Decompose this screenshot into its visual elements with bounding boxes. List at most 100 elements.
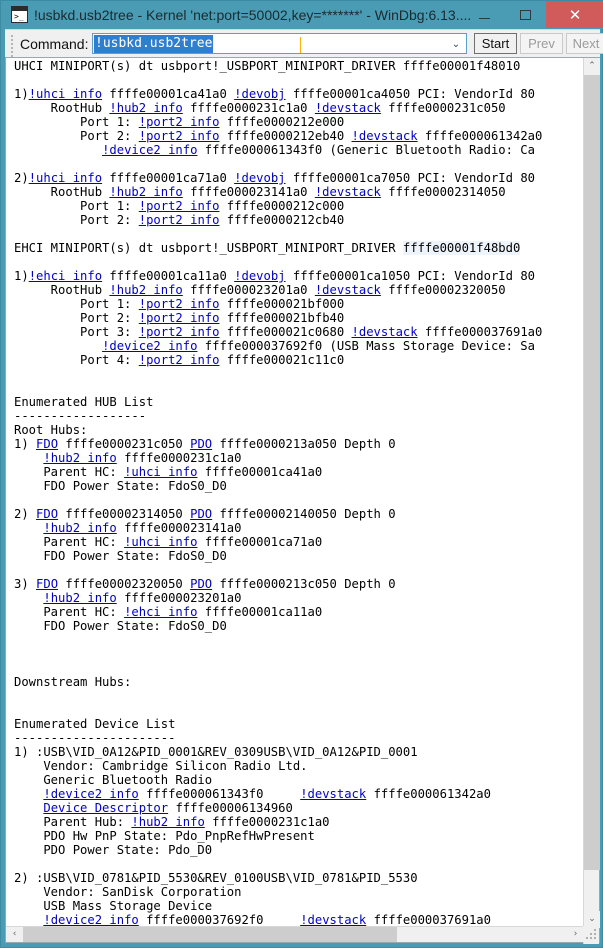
minimize-button[interactable] (464, 1, 505, 28)
output-line: Parent HC: !ehci info ffffe00001ca11a0 (14, 605, 542, 619)
output-text: ---------------------- (14, 731, 176, 745)
dbg-command-link[interactable]: !uhci info (29, 171, 102, 185)
vertical-scrollbar[interactable]: ⌃ ⌄ (583, 58, 600, 944)
debugger-output-text[interactable]: UHCI MINIPORT(s) dt usbport!_USBPORT_MIN… (6, 58, 584, 926)
output-line: Generic Bluetooth Radio (14, 773, 542, 787)
output-line: USB Mass Storage Device (14, 899, 542, 913)
dbg-command-link[interactable]: !port2 info (139, 297, 220, 311)
dbg-command-link[interactable]: !uhci info (29, 87, 102, 101)
output-line: PDO Power State: Pdo_D0 (14, 843, 542, 857)
dbg-command-link[interactable]: !devobj (234, 269, 285, 283)
dbg-command-link[interactable]: !devstack (315, 101, 381, 115)
dbg-command-link[interactable]: !port2 info (139, 353, 220, 367)
dbg-command-link[interactable]: PDO (190, 437, 212, 451)
output-text: ffffe0000212c000 (219, 199, 345, 213)
horizontal-scrollbar[interactable]: ‹ › (6, 926, 584, 942)
output-line: RootHub !hub2 info ffffe0000231c1a0 !dev… (14, 101, 542, 115)
output-text: Port 1: (14, 115, 139, 129)
dbg-command-link[interactable]: !device2 info (102, 143, 197, 157)
output-line: PDO Hw PnP State: Pdo_PnpRefHwPresent (14, 829, 542, 843)
dbg-command-link[interactable]: !uhci info (124, 535, 197, 549)
dbg-command-link[interactable]: !devstack (352, 129, 418, 143)
output-text: ------------------ (14, 409, 147, 423)
output-text: ffffe0000231c1a0 (116, 451, 242, 465)
output-text: Vendor: SanDisk Corporation (14, 885, 242, 899)
dbg-command-link[interactable]: !device2 info (102, 339, 197, 353)
dbg-command-link[interactable]: !ehci info (124, 605, 197, 619)
dbg-command-link[interactable]: !devstack (300, 787, 366, 801)
next-button[interactable]: Next (566, 33, 603, 54)
dbg-command-link[interactable]: !device2 info (43, 913, 138, 926)
close-button[interactable]: ✕ (546, 1, 603, 28)
output-line: Vendor: Cambridge Silicon Radio Ltd. (14, 759, 542, 773)
dbg-command-link[interactable]: !port2 info (139, 115, 220, 129)
output-line: Vendor: SanDisk Corporation (14, 885, 542, 899)
start-button[interactable]: Start (474, 33, 517, 54)
dbg-command-link[interactable]: !hub2 info (43, 521, 116, 535)
dbg-command-link[interactable]: !hub2 info (109, 101, 182, 115)
horizontal-scrollbar-thumb[interactable] (23, 927, 397, 942)
toolbar-grip[interactable] (11, 35, 14, 57)
output-text: ffffe000021c0680 (219, 325, 352, 339)
dbg-command-link[interactable]: !devobj (234, 171, 285, 185)
dbg-command-link[interactable]: PDO (190, 507, 212, 521)
output-text: ffffe0000231c1a0 (204, 815, 330, 829)
output-pane: UHCI MINIPORT(s) dt usbport!_USBPORT_MIN… (5, 57, 600, 944)
output-line: Port 1: !port2 info ffffe0000212e000 (14, 115, 542, 129)
output-text: Enumerated HUB List (14, 395, 154, 409)
dbg-command-link[interactable]: !devstack (300, 913, 366, 926)
dbg-command-link[interactable]: Device Descriptor (43, 801, 168, 815)
dbg-command-link[interactable]: !hub2 info (43, 451, 116, 465)
output-line: 3) FDO ffffe00002320050 PDO ffffe0000213… (14, 577, 542, 591)
output-text: ffffe00002314050 (380, 185, 506, 199)
title-bar[interactable]: >_ !usbkd.usb2tree - Kernel 'net:port=50… (1, 1, 603, 29)
dbg-command-link[interactable]: !hub2 info (109, 283, 182, 297)
dbg-command-link[interactable]: PDO (190, 577, 212, 591)
command-combobox[interactable]: !usbkd.usb2tree ⌄ (92, 33, 467, 54)
dbg-command-link[interactable]: FDO (36, 507, 58, 521)
dbg-command-link[interactable]: !port2 info (139, 325, 220, 339)
prev-button[interactable]: Prev (520, 33, 563, 54)
windbg-console-icon: >_ (11, 6, 28, 23)
dbg-command-link[interactable]: !hub2 info (109, 185, 182, 199)
output-text: RootHub (14, 283, 110, 297)
dbg-command-link[interactable]: !devstack (315, 283, 381, 297)
output-text: PDO Hw PnP State: Pdo_PnpRefHwPresent (14, 829, 315, 843)
dbg-command-link[interactable]: !devstack (315, 185, 381, 199)
dbg-command-link[interactable]: !hub2 info (131, 815, 204, 829)
output-text: ffffe000037691a0 (366, 913, 491, 926)
output-text: ffffe00001ca11a0 (197, 605, 323, 619)
scroll-right-icon[interactable]: › (567, 927, 584, 942)
output-line: Port 1: !port2 info ffffe000021bf000 (14, 297, 542, 311)
output-text: ffffe000061342a0 (417, 129, 543, 143)
output-text: Parent Hub: (14, 815, 132, 829)
output-text: PDO Power State: Pdo_D0 (14, 843, 213, 857)
dbg-command-link[interactable]: FDO (36, 437, 58, 451)
output-text: ffffe000023141a0 (182, 185, 315, 199)
dbg-command-link[interactable]: !uhci info (124, 465, 197, 479)
dbg-command-link[interactable]: FDO (36, 577, 58, 591)
dbg-command-link[interactable]: !port2 info (139, 311, 220, 325)
dbg-command-link[interactable]: !devobj (234, 87, 285, 101)
dbg-command-link[interactable]: !devstack (352, 325, 418, 339)
resize-grip[interactable] (583, 926, 599, 942)
scroll-up-icon[interactable]: ⌃ (584, 58, 600, 75)
maximize-button[interactable] (505, 1, 546, 28)
dbg-command-link[interactable]: !device2 info (43, 787, 138, 801)
dbg-command-link[interactable]: !port2 info (139, 129, 220, 143)
command-input[interactable]: !usbkd.usb2tree (94, 35, 214, 53)
chevron-down-icon[interactable]: ⌄ (448, 38, 464, 51)
vertical-scrollbar-thumb[interactable] (584, 75, 600, 870)
dbg-command-link[interactable]: !port2 info (139, 199, 220, 213)
output-text: ffffe0000213c050 Depth 0 (212, 577, 396, 591)
dbg-command-link[interactable]: !port2 info (139, 213, 220, 227)
dbg-command-link[interactable]: !ehci info (29, 269, 102, 283)
dbg-command-link[interactable]: !hub2 info (43, 591, 116, 605)
scroll-left-icon[interactable]: ‹ (6, 927, 23, 942)
